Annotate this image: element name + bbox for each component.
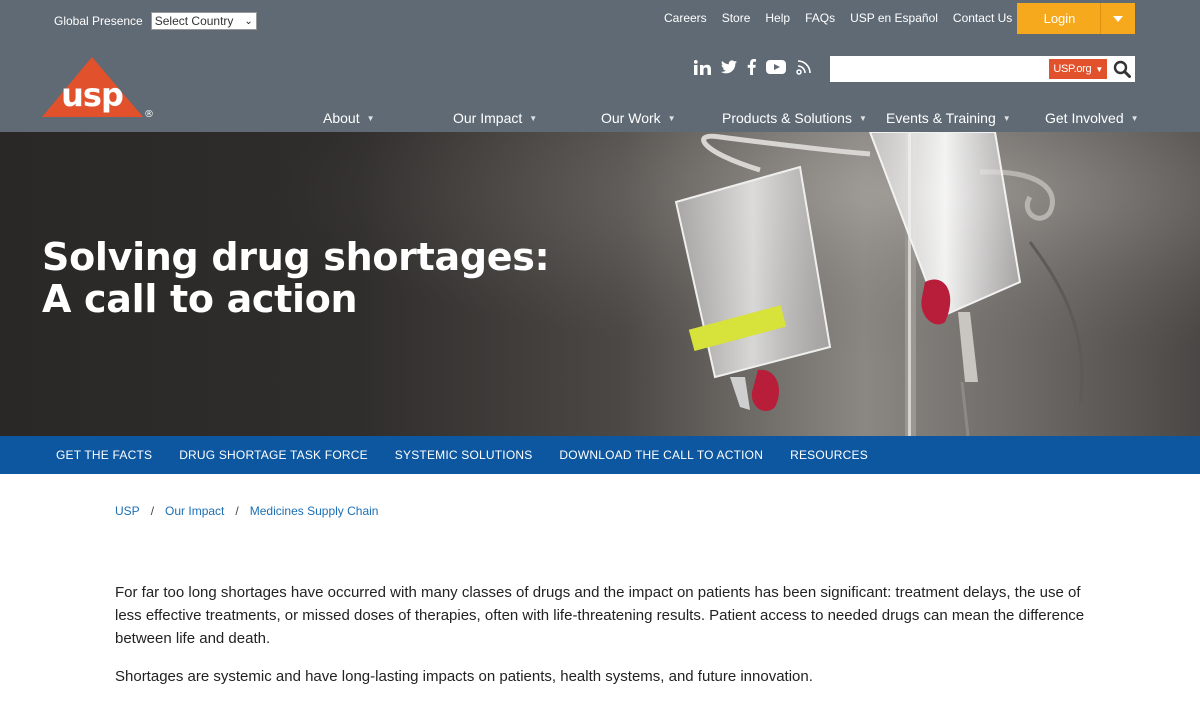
global-presence-label: Global Presence <box>54 14 143 28</box>
hero-banner: Solving drug shortages: A call to action <box>0 132 1200 436</box>
paragraph: For far too long shortages have occurred… <box>115 584 1085 647</box>
caret-down-icon <box>1113 15 1123 22</box>
subnav-systemic-solutions[interactable]: SYSTEMIC SOLUTIONS <box>395 448 533 462</box>
subnav-get-the-facts[interactable]: GET THE FACTS <box>56 448 152 462</box>
breadcrumb-separator: / <box>235 504 239 518</box>
nav-item-about[interactable]: About ▼ <box>323 110 375 126</box>
logo-text: usp <box>61 76 123 114</box>
country-select[interactable]: Select Country ⌄ <box>150 12 257 30</box>
caret-down-icon: ▼ <box>529 113 538 123</box>
breadcrumb-our-impact[interactable]: Our Impact <box>165 504 224 518</box>
caret-down-icon: ▼ <box>1002 113 1011 123</box>
section-subnav: GET THE FACTS DRUG SHORTAGE TASK FORCE S… <box>0 436 1200 474</box>
main-nav: About ▼ Our Impact ▼ Our Work ▼ Products & … <box>0 110 1200 126</box>
utility-link-contact[interactable]: Contact Us <box>953 11 1012 25</box>
nav-label: Events & Training <box>886 110 996 126</box>
utility-link-careers[interactable]: Careers <box>664 11 707 25</box>
search-button[interactable] <box>1110 57 1134 81</box>
chevron-down-icon: ⌄ <box>244 15 253 27</box>
nav-item-events-training[interactable]: Events & Training ▼ <box>886 110 1011 126</box>
nav-item-get-involved[interactable]: Get Involved ▼ <box>1045 110 1139 126</box>
breadcrumb-usp[interactable]: USP <box>115 504 140 518</box>
breadcrumb-medicines-supply-chain[interactable]: Medicines Supply Chain <box>250 504 379 518</box>
caret-down-icon: ▼ <box>667 113 676 123</box>
utility-link-help[interactable]: Help <box>765 11 790 25</box>
caret-down-icon: ▼ <box>858 113 867 123</box>
hero-title: Solving drug shortages: A call to action <box>42 235 550 321</box>
subnav-task-force[interactable]: DRUG SHORTAGE TASK FORCE <box>179 448 368 462</box>
login-label: Login <box>1043 11 1076 26</box>
facebook-icon[interactable] <box>747 59 756 75</box>
site-search: USP.org ▼ <box>830 56 1135 82</box>
login-dropdown-toggle[interactable] <box>1101 15 1135 22</box>
nav-label: Our Work <box>601 110 661 126</box>
subnav-resources[interactable]: RESOURCES <box>790 448 868 462</box>
breadcrumb: USP / Our Impact / Medicines Supply Chai… <box>115 504 378 518</box>
nav-item-our-work[interactable]: Our Work ▼ <box>601 110 676 126</box>
search-icon <box>1113 60 1131 78</box>
breadcrumb-separator: / <box>150 504 155 518</box>
nav-item-our-impact[interactable]: Our Impact ▼ <box>453 110 537 126</box>
nav-label: Get Involved <box>1045 110 1124 126</box>
search-scope-select[interactable]: USP.org ▼ <box>1049 59 1107 79</box>
caret-down-icon: ▼ <box>1130 113 1139 123</box>
youtube-icon[interactable] <box>766 60 786 74</box>
nav-label: Products & Solutions <box>722 110 852 126</box>
utility-link-espanol[interactable]: USP en Español <box>850 11 938 25</box>
nav-label: About <box>323 110 360 126</box>
utility-nav: Careers Store Help FAQs USP en Español C… <box>664 11 1012 25</box>
chevron-down-icon: ▼ <box>1095 64 1103 74</box>
utility-link-faqs[interactable]: FAQs <box>805 11 835 25</box>
nav-label: Our Impact <box>453 110 523 126</box>
caret-down-icon: ▼ <box>366 113 375 123</box>
article-body: For far too long shortages have occurred… <box>115 581 1085 703</box>
nav-item-products-solutions[interactable]: Products & Solutions ▼ <box>722 110 867 126</box>
linkedin-icon[interactable] <box>694 59 711 75</box>
utility-link-store[interactable]: Store <box>722 11 751 25</box>
search-scope-value: USP.org <box>1053 63 1092 75</box>
paragraph: Shortages are systemic and have long-las… <box>115 668 813 685</box>
global-presence: Global Presence Select Country ⌄ <box>54 12 257 30</box>
subnav-download-call-to-action[interactable]: DOWNLOAD THE CALL TO ACTION <box>559 448 763 462</box>
social-links <box>694 59 812 75</box>
rss-icon[interactable] <box>796 59 812 75</box>
login-button[interactable]: Login <box>1017 3 1135 34</box>
country-select-value: Select Country <box>154 14 234 28</box>
search-input[interactable] <box>831 57 1050 81</box>
twitter-icon[interactable] <box>721 60 737 74</box>
site-header: Global Presence Select Country ⌄ Careers… <box>0 0 1200 132</box>
